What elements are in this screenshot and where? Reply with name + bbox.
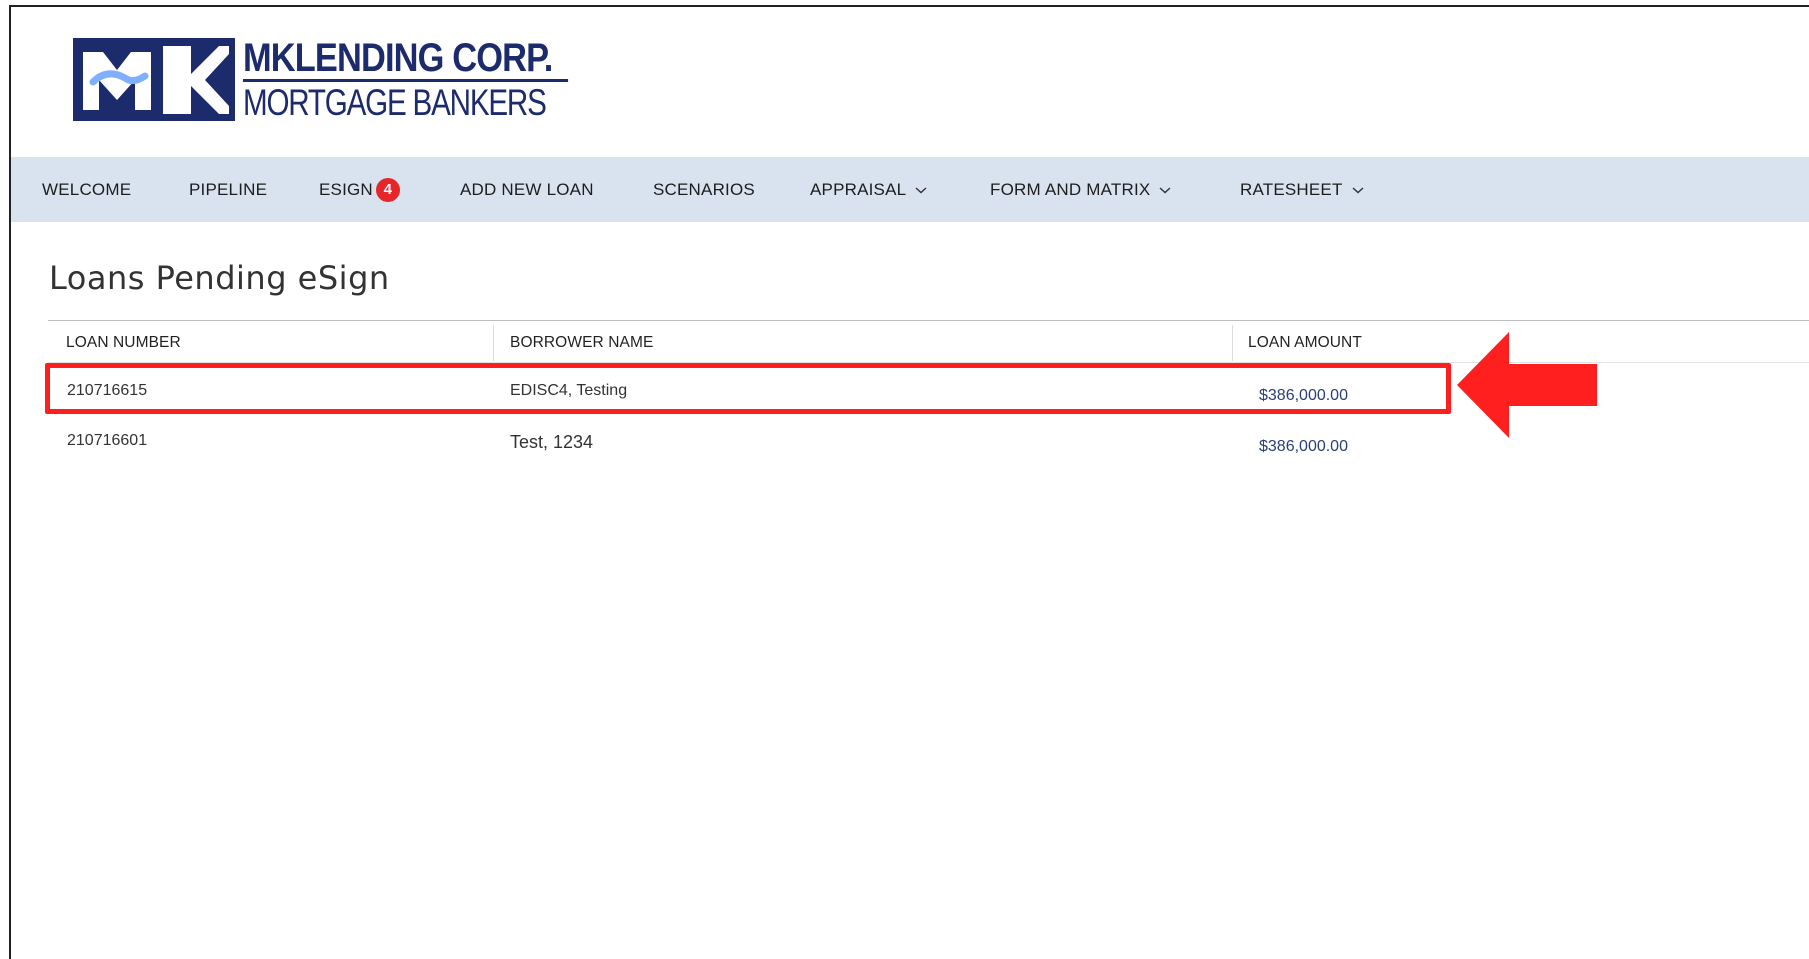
- page-title: Loans Pending eSign: [49, 259, 390, 297]
- company-logo[interactable]: MKLENDING CORP. MORTGAGE BANKERS: [73, 38, 621, 121]
- chevron-down-icon: [915, 186, 927, 193]
- borrower-name-cell: Test, 1234: [510, 432, 594, 452]
- nav-form-and-matrix-dropdown[interactable]: FORM AND MATRIX: [990, 157, 1172, 222]
- chevron-down-icon: [1159, 186, 1171, 193]
- nav-welcome[interactable]: WELCOME: [42, 157, 131, 222]
- nav-label: APPRAISAL: [810, 179, 907, 199]
- header: MKLENDING CORP. MORTGAGE BANKERS: [11, 7, 1809, 157]
- nav-appraisal-dropdown[interactable]: APPRAISAL: [810, 157, 928, 222]
- mk-logo-mark-icon: [73, 38, 235, 121]
- loan-amount-cell: $386,000.00: [1259, 387, 1348, 404]
- logo-tagline: MORTGAGE BANKERS: [243, 82, 547, 123]
- esign-count-badge: 4: [375, 177, 400, 202]
- logo-company-name: MKLENDING CORP.: [243, 38, 569, 82]
- nav-pipeline[interactable]: PIPELINE: [189, 157, 267, 222]
- nav-ratesheet-dropdown[interactable]: RATESHEET: [1240, 157, 1365, 222]
- chevron-down-icon: [1352, 186, 1364, 193]
- main-navigation: WELCOME PIPELINE ESIGN 4 ADD NEW LOAN SC…: [11, 157, 1809, 222]
- column-separator: [1232, 325, 1233, 361]
- table-divider: [48, 320, 1809, 321]
- loan-number-cell[interactable]: 210716601: [67, 432, 147, 450]
- nav-scenarios[interactable]: SCENARIOS: [653, 157, 755, 222]
- red-arrow-left-icon: [1457, 332, 1597, 438]
- column-header-loan-amount[interactable]: LOAN AMOUNT: [1248, 334, 1362, 352]
- nav-esign[interactable]: ESIGN 4: [319, 157, 400, 222]
- app-window: MKLENDING CORP. MORTGAGE BANKERS WELCOME…: [9, 5, 1809, 959]
- nav-label: SCENARIOS: [653, 179, 755, 199]
- column-header-loan-number[interactable]: LOAN NUMBER: [66, 334, 181, 352]
- nav-label: FORM AND MATRIX: [990, 179, 1151, 199]
- loan-number-cell[interactable]: 210716615: [67, 382, 147, 400]
- loan-amount-cell: $386,000.00: [1259, 438, 1348, 455]
- borrower-name-cell: EDISC4, Testing: [510, 382, 628, 399]
- nav-label: RATESHEET: [1240, 179, 1343, 199]
- column-header-borrower-name[interactable]: BORROWER NAME: [510, 334, 653, 352]
- nav-label: PIPELINE: [189, 179, 268, 199]
- nav-label: ADD NEW LOAN: [460, 179, 594, 199]
- column-separator: [493, 325, 494, 361]
- logo-wordmark: MKLENDING CORP. MORTGAGE BANKERS: [243, 38, 621, 121]
- nav-label: ESIGN: [319, 179, 373, 199]
- nav-add-new-loan[interactable]: ADD NEW LOAN: [460, 157, 594, 222]
- nav-label: WELCOME: [42, 179, 132, 199]
